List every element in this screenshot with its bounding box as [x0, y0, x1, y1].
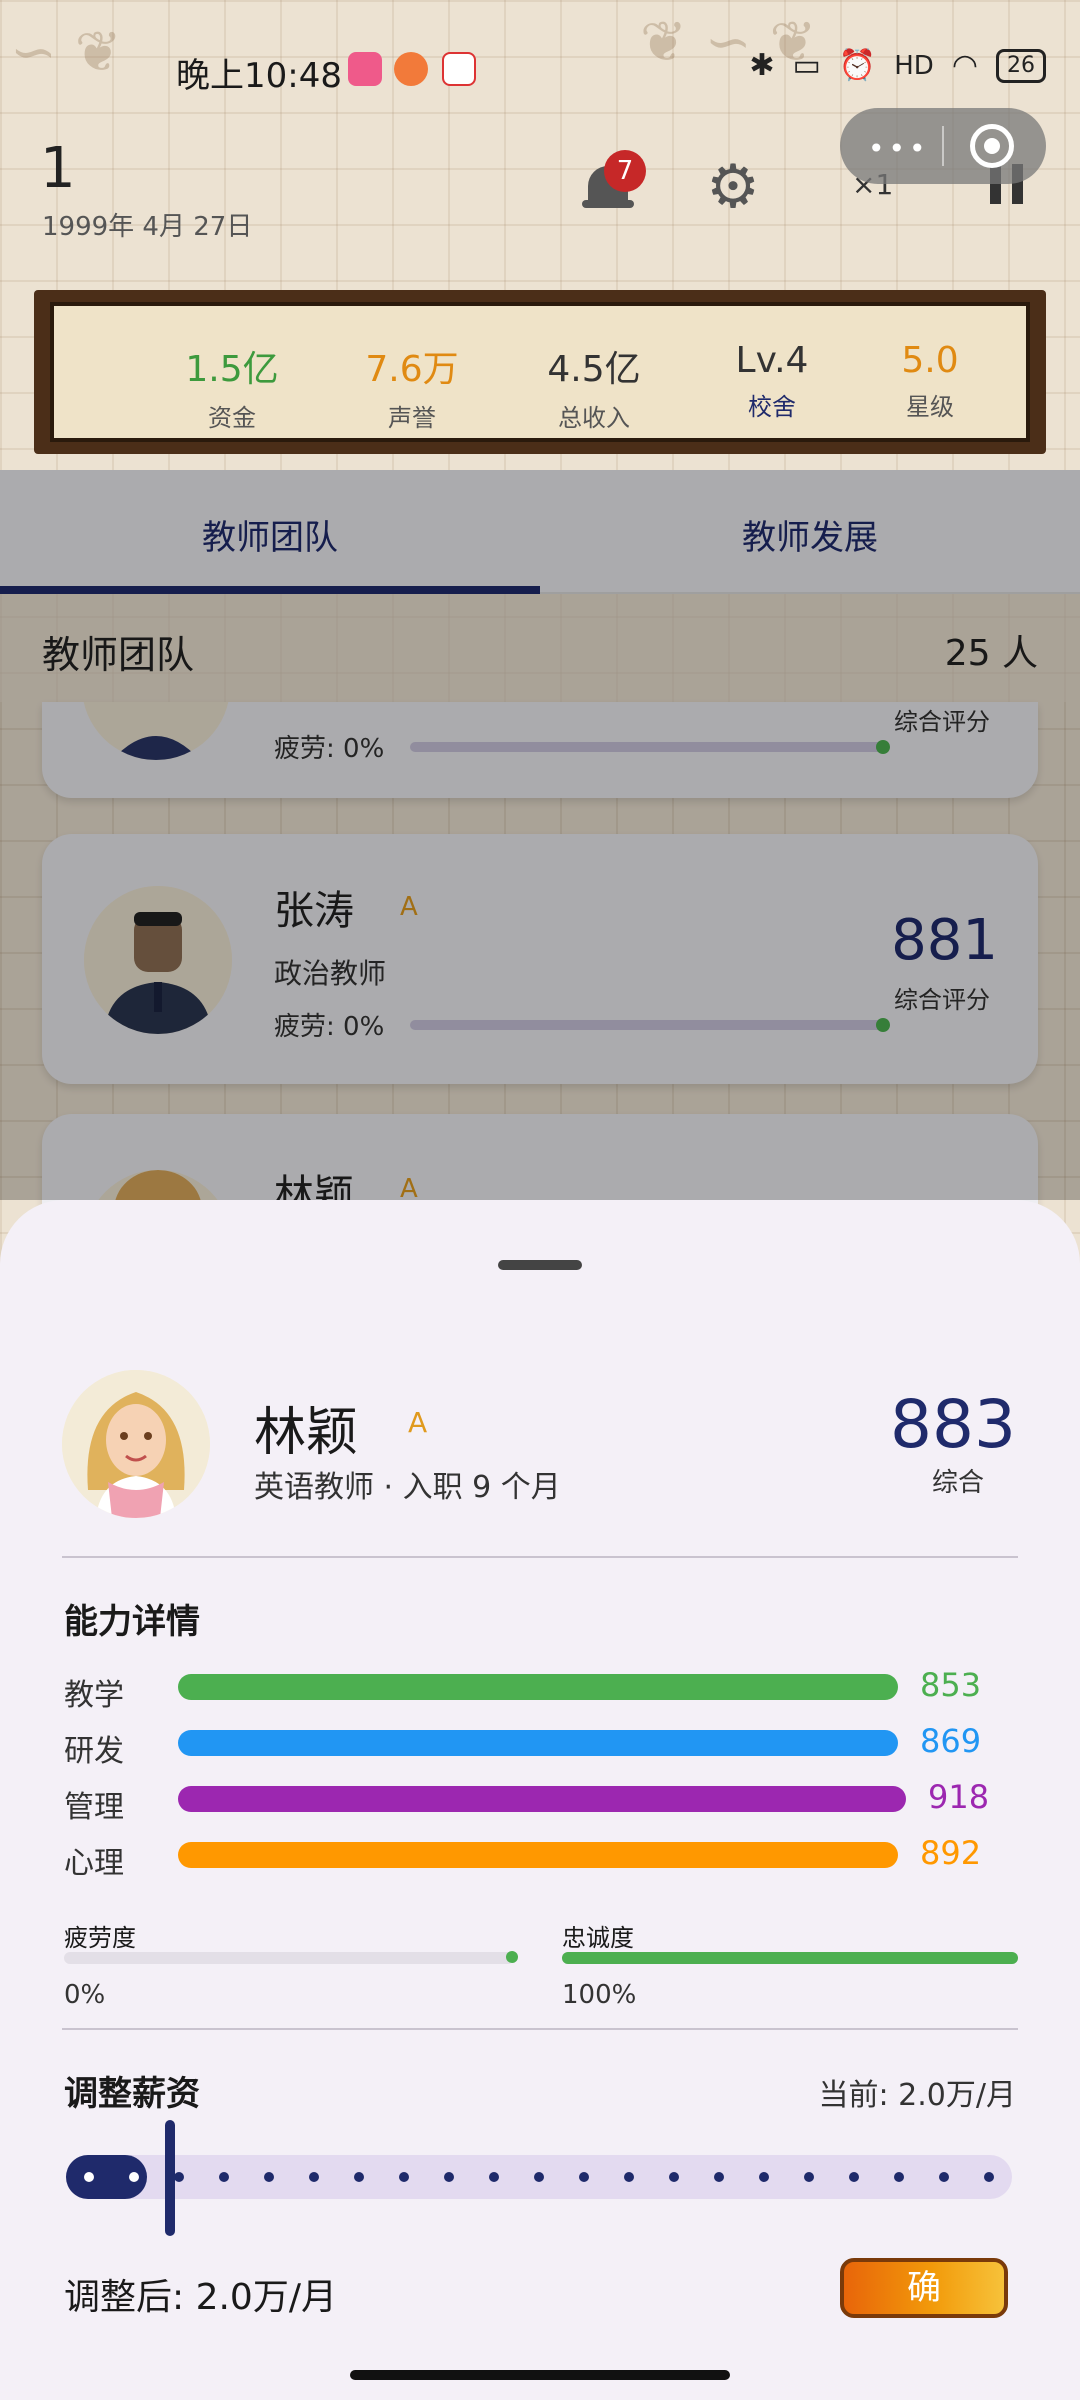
teacher-grade: A	[408, 1406, 428, 1439]
stat-label: 校舍	[748, 393, 796, 421]
salary-step-dot	[534, 2172, 544, 2182]
adjusted-salary: 调整后: 2.0万/月	[64, 2277, 337, 2318]
status-icons: ✱ ▭ ⏰ HD ◠ 26	[749, 48, 1046, 83]
stat-item: 1.5亿资金	[152, 340, 312, 433]
ability-label: 教学	[64, 1678, 124, 1713]
salary-step-dot	[174, 2172, 184, 2182]
app-notification-icon	[394, 52, 428, 86]
teacher-subtitle: 英语教师 · 入职 9 个月	[254, 1470, 561, 1505]
salary-step-dot	[849, 2172, 859, 2182]
stat-value: 4.5亿	[547, 349, 641, 390]
game-date: 1999年 4月 27日	[42, 212, 253, 242]
ability-label: 研发	[64, 1734, 124, 1769]
salary-step-dot	[399, 2172, 409, 2182]
stat-item: Lv.4 校舍	[692, 340, 852, 422]
loyalty-value: 100%	[562, 1980, 637, 2010]
wifi-icon: ◠	[951, 48, 978, 83]
salary-step-dot	[759, 2172, 769, 2182]
ability-value: 918	[928, 1778, 990, 1816]
loyalty-bar-fill	[562, 1952, 1018, 1964]
signal-icon: HD	[894, 50, 934, 81]
more-icon[interactable]: •••	[868, 132, 930, 165]
ability-bar	[178, 1730, 898, 1756]
ability-bar	[178, 1842, 898, 1868]
fatigue-bar	[64, 1951, 518, 1964]
status-bar: 晚上10:48 ✱ ▭ ⏰ HD ◠ 26	[0, 40, 1080, 104]
alarm-icon: ⏰	[838, 48, 877, 83]
gear-icon[interactable]: ⚙	[706, 157, 760, 217]
teacher-score-label: 综合	[932, 1468, 985, 1498]
salary-step-dot	[264, 2172, 274, 2182]
stat-label: 星级	[906, 393, 954, 421]
stat-item: 7.6万声誉	[332, 340, 492, 433]
teacher-name: 林颖	[254, 1403, 359, 1463]
battery-icon: 26	[996, 48, 1046, 83]
stat-value: 7.6万	[365, 349, 459, 390]
teacher-detail-sheet: 林颖 A 英语教师 · 入职 9 个月 883 综合 能力详情 教学 853 研发 8…	[0, 1200, 1080, 2400]
salary-step-dot	[669, 2172, 679, 2182]
bluetooth-icon: ✱	[749, 48, 775, 83]
vibrate-icon: ▭	[792, 48, 821, 83]
salary-step-dot	[219, 2172, 229, 2182]
salary-step-dot	[444, 2172, 454, 2182]
bilibili-app-icon	[348, 52, 382, 86]
ability-value: 853	[920, 1666, 982, 1704]
loyalty-label: 忠诚度	[562, 1924, 634, 1952]
ability-label: 心理	[64, 1846, 124, 1881]
stat-label: 声誉	[388, 404, 436, 432]
teacher-score: 883	[890, 1386, 1016, 1463]
section-divider	[62, 2028, 1018, 2030]
salary-slider-thumb[interactable]	[165, 2120, 175, 2236]
section-divider	[62, 1556, 1018, 1558]
home-indicator[interactable]	[350, 2370, 730, 2380]
mini-program-capsule[interactable]: •••	[840, 108, 1046, 184]
fatigue-value: 0%	[64, 1980, 106, 2010]
salary-slider-track[interactable]	[66, 2155, 1012, 2199]
stat-label: 总收入	[558, 404, 630, 432]
fatigue-label: 疲劳度	[64, 1924, 136, 1952]
ability-value: 892	[920, 1834, 982, 1872]
current-salary: 当前: 2.0万/月	[818, 2078, 1016, 2113]
status-time: 晚上10:48	[176, 56, 342, 96]
salary-step-dot	[624, 2172, 634, 2182]
sheet-drag-handle[interactable]	[498, 1260, 582, 1270]
notification-badge: 7	[604, 150, 646, 192]
salary-step-dot	[309, 2172, 319, 2182]
salary-step-dot	[129, 2172, 139, 2182]
ability-bar	[178, 1786, 906, 1812]
stat-value: 5.0	[901, 340, 959, 381]
salary-step-dot	[714, 2172, 724, 2182]
salary-step-dot	[579, 2172, 589, 2182]
modal-overlay[interactable]	[0, 470, 1080, 1200]
stat-item: 4.5亿总收入	[514, 340, 674, 433]
ability-label: 管理	[64, 1790, 124, 1825]
ability-value: 869	[920, 1722, 982, 1760]
stats-panel: 1.5亿 资金 7.6万 声誉 4.5亿 总收入 Lv.4 校舍 5.0 星级	[34, 290, 1046, 454]
stat-value: Lv.4	[735, 340, 809, 381]
school-level: 1	[40, 136, 76, 201]
salary-step-dot	[894, 2172, 904, 2182]
salary-step-dot	[354, 2172, 364, 2182]
loyalty-bar	[562, 1952, 1018, 1964]
close-target-icon[interactable]	[970, 124, 1014, 168]
salary-step-dot	[804, 2172, 814, 2182]
abilities-title: 能力详情	[64, 1602, 200, 1642]
confirm-button[interactable]: 确	[840, 2258, 1008, 2318]
salary-title: 调整薪资	[64, 2074, 200, 2114]
ability-bar	[178, 1674, 898, 1700]
app-notification-icon	[442, 52, 476, 86]
salary-step-dot	[489, 2172, 499, 2182]
stat-item: 5.0 星级	[850, 340, 1010, 422]
salary-step-dot	[984, 2172, 994, 2182]
stat-value: 1.5亿	[185, 349, 279, 390]
teacher-avatar	[62, 1370, 210, 1518]
salary-step-dot	[84, 2172, 94, 2182]
stat-label: 资金	[208, 404, 256, 432]
salary-step-dot	[939, 2172, 949, 2182]
